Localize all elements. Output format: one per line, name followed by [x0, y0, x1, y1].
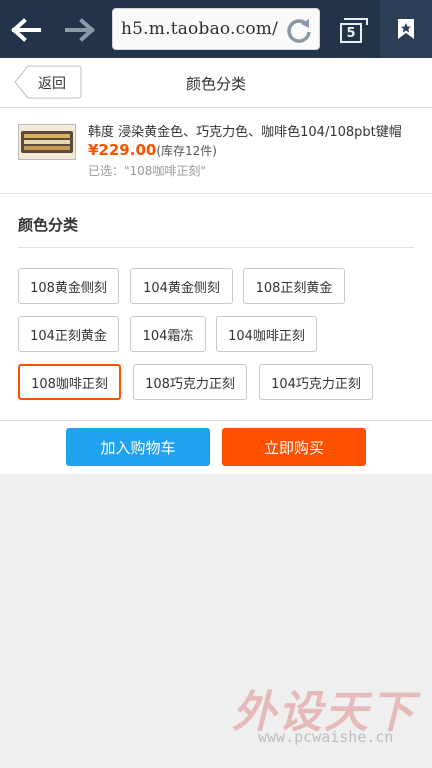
buy-now-button[interactable]: 立即购买 — [222, 428, 366, 466]
back-arrow-icon[interactable] — [6, 10, 46, 50]
color-option-104-coffee[interactable]: 104咖啡正刻 — [216, 316, 317, 352]
section-title: 颜色分类 — [18, 216, 79, 234]
product-price: ¥229.00 — [88, 141, 157, 159]
color-option-104-gold-side[interactable]: 104黄金侧刻 — [130, 268, 233, 304]
stock-count: (库存12件) — [156, 144, 217, 158]
address-bar[interactable]: h5.m.taobao.com/ — [112, 8, 320, 50]
color-option-104-front-gold[interactable]: 104正刻黄金 — [18, 316, 119, 352]
bookmark-button[interactable] — [380, 0, 432, 58]
refresh-icon[interactable] — [285, 16, 313, 44]
section-divider — [18, 247, 414, 248]
forward-arrow-icon[interactable] — [60, 10, 100, 50]
color-option-108-chocolate[interactable]: 108巧克力正刻 — [133, 364, 247, 400]
action-bar: 加入购物车 立即购买 — [0, 420, 432, 474]
product-thumbnail — [18, 124, 76, 160]
color-option-108-front-gold[interactable]: 108正刻黄金 — [243, 268, 345, 304]
tabs-button[interactable]: 5 — [334, 12, 370, 46]
watermark-url: www.pcwaishe.cn — [258, 728, 394, 746]
browser-toolbar: h5.m.taobao.com/ 5 — [0, 0, 432, 58]
add-to-cart-button[interactable]: 加入购物车 — [66, 428, 210, 466]
url-text: h5.m.taobao.com/ — [121, 19, 279, 39]
tabs-count: 5 — [340, 18, 368, 43]
page-header: 返回 颜色分类 — [0, 58, 432, 108]
product-summary: 韩度 浸染黄金色、巧克力色、咖啡色104/108pbt键帽 ¥229.00(库存… — [0, 108, 432, 194]
color-section: 颜色分类 108黄金侧刻 104黄金侧刻 108正刻黄金 104正刻黄金 104… — [0, 194, 432, 420]
selected-option-text: 已选："108咖啡正刻" — [88, 164, 206, 178]
price-row: ¥229.00(库存12件) — [88, 141, 217, 159]
color-option-108-gold-side[interactable]: 108黄金侧刻 — [18, 268, 119, 304]
page-title: 颜色分类 — [185, 75, 246, 93]
product-name: 韩度 浸染黄金色、巧克力色、咖啡色104/108pbt键帽 — [88, 125, 402, 140]
color-option-104-frost[interactable]: 104霜冻 — [130, 316, 206, 352]
color-option-104-chocolate[interactable]: 104巧克力正刻 — [259, 364, 373, 400]
bookmark-icon — [398, 19, 414, 39]
color-option-108-coffee[interactable]: 108咖啡正刻 — [18, 364, 121, 400]
